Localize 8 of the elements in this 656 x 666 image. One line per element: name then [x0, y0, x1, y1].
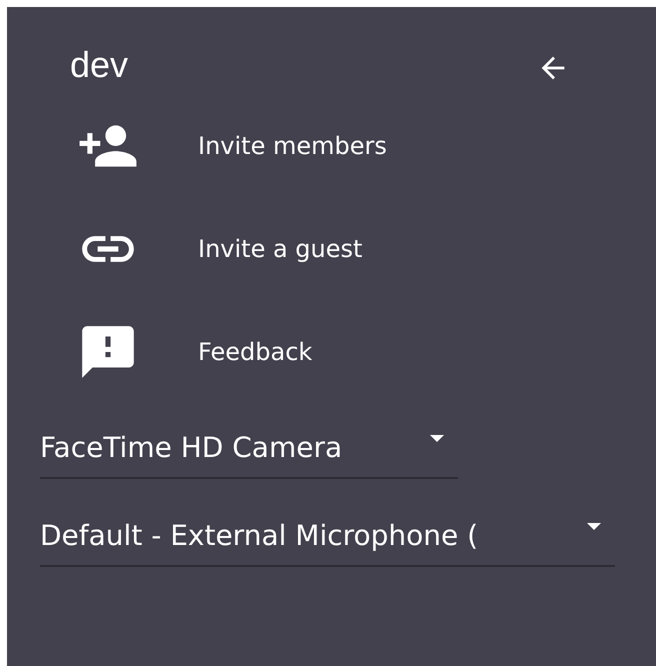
- menu-item[interactable]: Feedback: [198, 338, 312, 366]
- camera-dropdown[interactable]: FaceTime HD Camera: [40, 421, 458, 479]
- workspace-title: dev: [70, 44, 128, 86]
- menu-item[interactable]: Invite a guest: [198, 235, 362, 263]
- menu-item[interactable]: Invite members: [198, 132, 387, 160]
- caret-icon: [587, 522, 601, 530]
- microphone-dropdown[interactable]: Default - External Microphone (: [40, 509, 615, 567]
- caret-icon: [430, 434, 444, 442]
